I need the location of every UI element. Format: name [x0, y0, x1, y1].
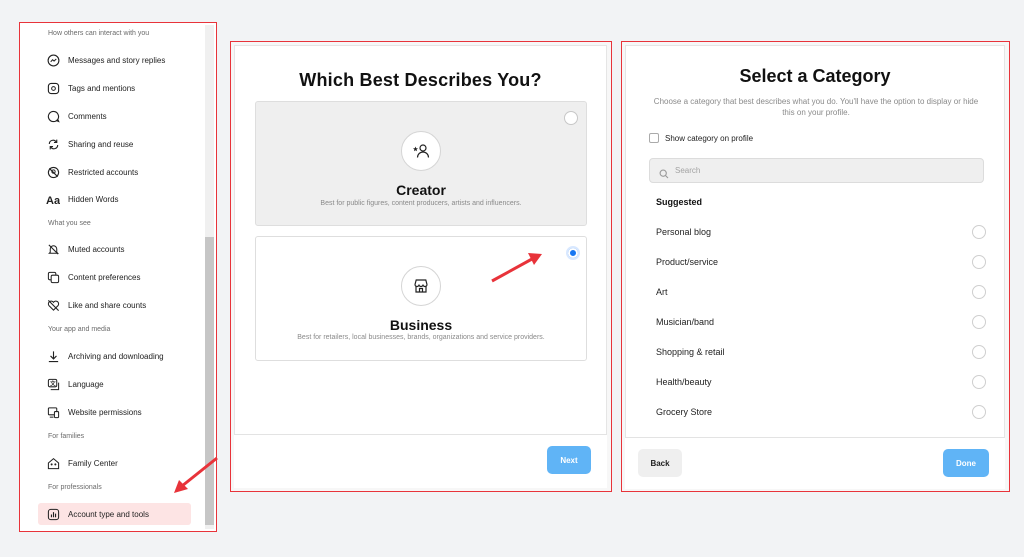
share-reuse-icon: [46, 137, 60, 151]
business-title: Business: [389, 317, 453, 333]
category-label: Shopping & retail: [656, 347, 725, 357]
category-label: Health/beauty: [656, 377, 712, 387]
category-search-input[interactable]: Search: [649, 158, 984, 183]
describes-you-dialog: Which Best Describes You? Creator Best f…: [234, 45, 607, 475]
muted-bell-icon: [46, 242, 60, 256]
creator-option[interactable]: Creator Best for public figures, content…: [255, 101, 587, 226]
category-radio[interactable]: [972, 255, 986, 269]
section-heading-families: For families: [48, 433, 85, 440]
menu-item-messages[interactable]: Messages and story replies: [46, 49, 194, 71]
category-row-grocery[interactable]: Grocery Store: [656, 402, 986, 422]
category-row-shopping[interactable]: Shopping & retail: [656, 342, 986, 362]
business-radio[interactable]: [566, 246, 580, 260]
menu-item-label: Messages and story replies: [68, 55, 166, 65]
show-category-checkbox[interactable]: [649, 133, 659, 143]
category-radio[interactable]: [972, 375, 986, 389]
menu-item-label: Comments: [68, 111, 107, 121]
business-description: Best for retailers, local businesses, br…: [297, 334, 545, 341]
search-placeholder: Search: [675, 166, 701, 175]
select-category-footer: Back Done: [625, 437, 1005, 489]
bar-chart-icon: [46, 507, 60, 521]
creator-description: Best for public figures, content produce…: [320, 200, 522, 207]
category-label: Product/service: [656, 257, 719, 267]
svg-text:Aa: Aa: [46, 195, 60, 206]
section-heading-professionals: For professionals: [48, 484, 102, 491]
messenger-icon: [46, 53, 60, 67]
category-label: Musician/band: [656, 317, 715, 327]
dialog-title: Which Best Describes You?: [299, 70, 542, 90]
dialog-subtitle: Choose a category that best describes wh…: [653, 97, 979, 117]
creator-radio[interactable]: [564, 111, 578, 125]
comment-icon: [46, 109, 60, 123]
content-preferences-icon: [46, 270, 60, 284]
select-category-panel: Select a Category Choose a category that…: [621, 41, 1010, 492]
category-row-personal-blog[interactable]: Personal blog: [656, 222, 986, 242]
svg-text:文: 文: [50, 379, 56, 387]
category-row-musician[interactable]: Musician/band: [656, 312, 986, 332]
category-row-product-service[interactable]: Product/service: [656, 252, 986, 272]
category-label: Art: [656, 287, 668, 297]
dialog-title: Select a Category: [739, 66, 891, 86]
done-button[interactable]: Done: [943, 449, 989, 477]
describes-you-footer: Next: [234, 434, 607, 488]
creator-icon: [401, 131, 441, 171]
menu-item-label: Account type and tools: [68, 509, 149, 519]
hidden-words-icon: Aa: [46, 192, 60, 206]
select-category-dialog: Select a Category Choose a category that…: [625, 45, 1005, 440]
menu-item-website-perms[interactable]: Website permissions: [46, 401, 194, 423]
restricted-icon: [46, 165, 60, 179]
next-button[interactable]: Next: [547, 446, 591, 474]
show-category-row[interactable]: Show category on profile: [649, 133, 753, 143]
family-center-icon: [46, 456, 60, 470]
category-radio[interactable]: [972, 345, 986, 359]
menu-item-label: Restricted accounts: [68, 167, 139, 177]
store-icon: [401, 266, 441, 306]
describes-you-panel: Which Best Describes You? Creator Best f…: [230, 41, 612, 492]
category-radio[interactable]: [972, 225, 986, 239]
creator-title: Creator: [396, 182, 446, 198]
section-heading-interactions: How others can interact with you: [48, 30, 150, 37]
menu-item-archiving[interactable]: Archiving and downloading: [46, 345, 194, 367]
menu-item-sharing[interactable]: Sharing and reuse: [46, 133, 194, 155]
menu-item-account-type[interactable]: Account type and tools: [38, 503, 191, 525]
menu-item-label: Hidden Words: [68, 194, 119, 204]
category-label: Grocery Store: [656, 407, 713, 417]
menu-item-hidden-words[interactable]: Aa Hidden Words: [46, 188, 194, 210]
website-permissions-icon: [46, 405, 60, 419]
menu-item-label: Sharing and reuse: [68, 139, 134, 149]
menu-item-label: Content preferences: [68, 272, 141, 282]
menu-item-like-counts[interactable]: Like and share counts: [46, 294, 194, 316]
language-icon: 文: [46, 377, 60, 391]
menu-item-tags[interactable]: Tags and mentions: [46, 77, 194, 99]
section-heading-what-you-see: What you see: [48, 220, 91, 227]
menu-item-label: Archiving and downloading: [68, 351, 164, 361]
menu-item-restricted[interactable]: Restricted accounts: [46, 161, 194, 183]
annotation-arrow-business: [491, 253, 542, 283]
menu-item-label: Tags and mentions: [68, 83, 136, 93]
category-row-art[interactable]: Art: [656, 282, 986, 302]
suggested-heading: Suggested: [656, 197, 703, 207]
menu-item-comments[interactable]: Comments: [46, 105, 194, 127]
menu-item-label: Like and share counts: [68, 300, 147, 310]
category-row-health-beauty[interactable]: Health/beauty: [656, 372, 986, 392]
at-sign-icon: [46, 81, 60, 95]
annotation-arrow-account-type: [174, 456, 218, 493]
category-radio[interactable]: [972, 285, 986, 299]
section-heading-app-media: Your app and media: [48, 326, 111, 333]
menu-item-label: Website permissions: [68, 407, 142, 417]
menu-item-label: Family Center: [68, 458, 118, 468]
back-button[interactable]: Back: [638, 449, 682, 477]
search-icon: [659, 166, 669, 178]
menu-item-muted[interactable]: Muted accounts: [46, 238, 194, 260]
show-category-label: Show category on profile: [665, 133, 754, 143]
menu-item-language[interactable]: 文 Language: [46, 373, 194, 395]
download-icon: [46, 349, 60, 363]
menu-item-label: Language: [68, 379, 104, 389]
menu-item-content-prefs[interactable]: Content preferences: [46, 266, 194, 288]
category-radio[interactable]: [972, 315, 986, 329]
category-label: Personal blog: [656, 227, 712, 237]
category-radio[interactable]: [972, 405, 986, 419]
like-count-icon: [46, 298, 60, 312]
menu-item-label: Muted accounts: [68, 244, 125, 254]
